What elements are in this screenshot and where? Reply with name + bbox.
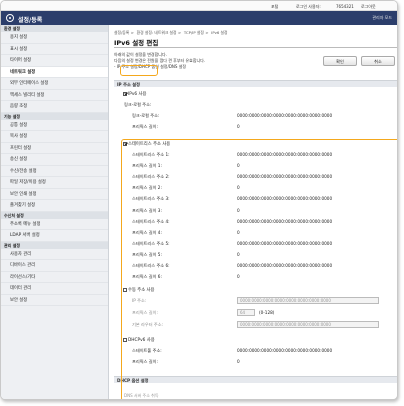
sidebar-item[interactable]: 외부 인터페이스 설정 xyxy=(1,78,108,90)
app-title[interactable]: 설정/등록 xyxy=(18,15,42,24)
browser-frame: 포털 로그인 사용자: 7654321 로그아웃 설정/등록 관리자 모드 환경… xyxy=(0,0,398,400)
ip-address-section-header: IP 주소 설정 xyxy=(114,80,397,87)
sidebar-item[interactable]: 표시 설정 xyxy=(1,44,108,55)
link-local-heading: 링크-로컬 주소: xyxy=(124,102,152,107)
sidebar-item[interactable]: 즐겨찾기 설정 xyxy=(1,200,108,212)
sidebar-item[interactable]: 공통 설정 xyxy=(1,120,108,131)
use-ipv6-checkbox[interactable] xyxy=(123,91,127,96)
use-ipv6-row[interactable]: IPv6 사용 xyxy=(123,91,146,97)
link-local-prefix-value: 0 xyxy=(237,124,240,129)
ok-button[interactable]: 확인 xyxy=(323,56,357,66)
breadcrumb-item[interactable]: IPv6 설정 xyxy=(211,30,227,35)
link-local-address-value: 0000:0000:0000:0000:0000:0000:0000:0000 xyxy=(237,113,333,118)
login-user-label: 로그인 사용자: xyxy=(296,3,321,9)
sidebar-section-header: 기능 설정 xyxy=(1,112,108,120)
sidebar-section-header: 관리 설정 xyxy=(1,241,108,249)
sidebar-item[interactable]: 네트워크 설정 xyxy=(1,66,108,78)
sidebar-item[interactable]: 파일 저장/이용 설정 xyxy=(1,177,108,189)
sidebar-item[interactable]: 사용자 관리 xyxy=(1,249,108,260)
sidebar-item[interactable]: 타이머 설정 xyxy=(1,55,108,67)
sidebar-item[interactable]: 라이선스/기타 xyxy=(1,272,108,283)
sidebar-section-header: 수신처 설정 xyxy=(1,211,108,219)
sidebar-item[interactable]: 수신/전송 설정 xyxy=(1,166,108,177)
login-user-name: 7654321 xyxy=(336,3,354,9)
cancel-button[interactable]: 취소 xyxy=(361,56,395,66)
admin-mode-label: 관리자 모드 xyxy=(372,15,392,20)
divider xyxy=(114,47,397,48)
sidebar-item[interactable]: 보안 설정 xyxy=(1,295,108,306)
page-title: IPv6 설정 편집 xyxy=(114,39,159,47)
sidebar-item[interactable]: 복사 설정 xyxy=(1,131,108,143)
sidebar-item[interactable]: 보안 인쇄 설정 xyxy=(1,189,108,200)
sidebar-item[interactable]: 액세스 빌리티 설정 xyxy=(1,90,108,101)
breadcrumb-item[interactable]: TCP/IP 설정 xyxy=(184,30,204,35)
sidebar: 환경 설정 용지 설정 표시 설정 타이머 설정 네트워크 설정 외부 인터페이스 설정 액… xyxy=(1,25,109,399)
sidebar-item[interactable]: LDAP 서버 설정 xyxy=(1,230,108,242)
link-local-prefix-label: 프리픽스 길이: xyxy=(132,124,158,129)
sidebar-item[interactable]: 디바이스 관리 xyxy=(1,260,108,272)
sidebar-item[interactable]: 송신 설정 xyxy=(1,154,108,166)
breadcrumb-item[interactable]: 설정/등록 xyxy=(114,30,129,35)
breadcrumb: 설정/등록 > 환경 설정: 네트워크 설정 > TCP/IP 설정 > IPv6 설… xyxy=(114,30,228,35)
sidebar-item[interactable]: 주소록 메뉴 설정 xyxy=(1,219,108,230)
app-header: 설정/등록 관리자 모드 xyxy=(1,11,397,25)
highlight-stateless-callout xyxy=(121,139,397,399)
sidebar-item[interactable]: 음량 조정 xyxy=(1,101,108,113)
sidebar-item[interactable]: 데이터 관리 xyxy=(1,283,108,295)
settings-icon xyxy=(6,14,14,22)
breadcrumb-item[interactable]: 환경 설정: 네트워크 설정 xyxy=(137,30,177,35)
top-bar: 포털 로그인 사용자: 7654321 로그아웃 xyxy=(1,1,397,11)
sidebar-item[interactable]: 용지 설정 xyxy=(1,32,108,44)
sidebar-item[interactable]: 프린터 설정 xyxy=(1,143,108,154)
logout-link[interactable]: 로그아웃 xyxy=(361,4,376,10)
link-local-address-label: 링크-로컬 주소: xyxy=(132,113,160,118)
highlight-ipv6-callout xyxy=(120,65,158,76)
portal-link[interactable]: 포털 xyxy=(271,4,278,10)
sidebar-section-header: 환경 설정 xyxy=(1,25,108,32)
use-ipv6-label: IPv6 사용 xyxy=(128,92,147,97)
